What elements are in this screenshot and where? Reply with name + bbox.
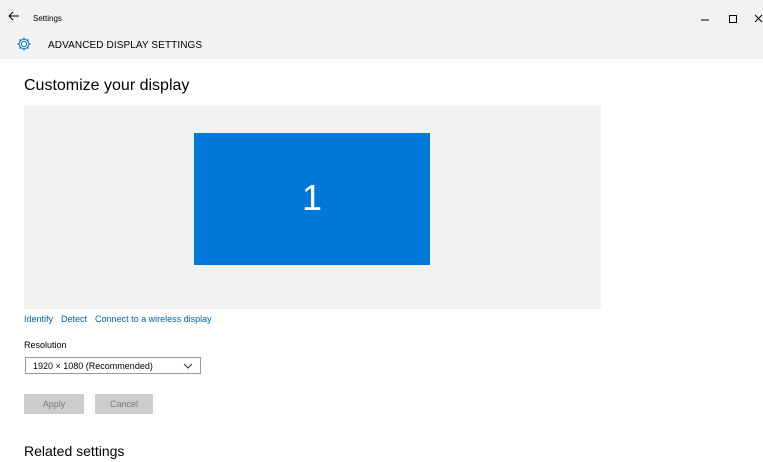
display-links: Identify Detect Connect to a wireless disp… — [24, 314, 220, 324]
cancel-button[interactable]: Cancel — [95, 394, 153, 414]
title-bar: Settings — [0, 0, 763, 30]
maximize-icon[interactable] — [726, 12, 740, 26]
window-title: Settings — [33, 14, 62, 23]
detect-link[interactable]: Detect — [61, 314, 87, 324]
page-header: ADVANCED DISPLAY SETTINGS — [0, 30, 763, 59]
display-1-tile[interactable]: 1 — [194, 133, 430, 265]
minimize-icon[interactable] — [698, 12, 712, 26]
related-settings-heading: Related settings — [24, 443, 125, 459]
back-arrow-icon[interactable] — [6, 8, 22, 24]
resolution-label: Resolution — [24, 340, 67, 350]
close-icon[interactable] — [752, 12, 763, 26]
gear-icon — [17, 37, 31, 51]
resolution-dropdown[interactable]: 1920 × 1080 (Recommended) — [25, 357, 201, 374]
connect-wireless-display-link[interactable]: Connect to a wireless display — [95, 314, 212, 324]
settings-window: Settings ADVANCED DISPLAY SETTINGS Custo… — [0, 0, 763, 462]
display-number: 1 — [301, 177, 323, 218]
page-header-title: ADVANCED DISPLAY SETTINGS — [48, 40, 203, 51]
identify-link[interactable]: Identify — [24, 314, 53, 324]
apply-button[interactable]: Apply — [24, 394, 84, 414]
page-title: Customize your display — [24, 77, 190, 94]
resolution-selected-value: 1920 × 1080 (Recommended) — [33, 361, 153, 371]
chevron-down-icon — [183, 363, 193, 369]
